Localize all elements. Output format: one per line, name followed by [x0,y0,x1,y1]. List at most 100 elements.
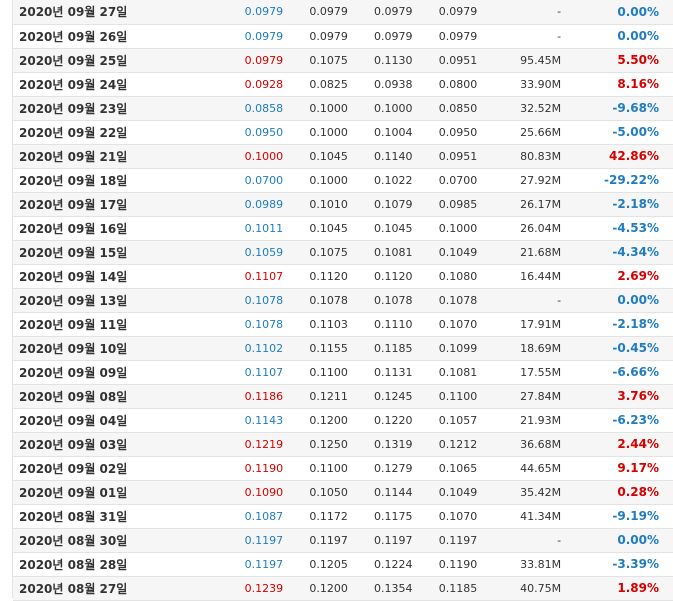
change-percent-cell: 0.00% [561,24,673,49]
volume-cell: 25.66M [477,120,562,145]
date-cell: 2020년 09월 13일 [13,288,213,313]
volume-cell: 32.52M [477,96,562,121]
table-row: 2020년 09월 26일 0.0979 0.0979 0.0979 0.0979-0.… [13,24,673,49]
low-price-cell: 0.1099 [412,336,478,361]
open-price-cell: 0.1000 [283,168,348,193]
volume-cell: 33.81M [477,552,562,577]
date-cell: 2020년 08월 28일 [13,552,213,577]
volume-cell: 27.92M [477,168,562,193]
table-row: 2020년 09월 09일 0.1107 0.1100 0.1131 0.1081 17.… [13,360,673,385]
close-price-cell: 0.0979 [212,48,284,73]
low-price-cell: 0.1070 [412,504,478,529]
volume-cell: 17.91M [477,312,562,337]
change-percent-cell: 2.69% [561,264,673,289]
open-price-cell: 0.0979 [283,24,348,49]
high-price-cell: 0.1081 [347,240,413,265]
open-price-cell: 0.0825 [283,72,348,97]
change-percent-cell: 42.86% [561,144,673,169]
volume-cell: 44.65M [477,456,562,481]
low-price-cell: 0.0700 [412,168,478,193]
high-price-cell: 0.1004 [347,120,413,145]
table-row: 2020년 09월 15일 0.1059 0.1075 0.1081 0.1049 21.… [13,240,673,265]
change-percent-cell: 1.89% [561,576,673,601]
date-cell: 2020년 09월 16일 [13,216,213,241]
date-cell: 2020년 09월 15일 [13,240,213,265]
low-price-cell: 0.0800 [412,72,478,97]
low-price-cell: 0.1212 [412,432,478,457]
change-percent-cell: -29.22% [561,168,673,193]
high-price-cell: 0.1120 [347,264,413,289]
open-price-cell: 0.1120 [283,264,348,289]
date-cell: 2020년 09월 11일 [13,312,213,337]
volume-cell: 27.84M [477,384,562,409]
close-price-cell: 0.1000 [212,144,284,169]
change-percent-cell: -9.19% [561,504,673,529]
close-price-cell: 0.1239 [212,576,284,601]
date-cell: 2020년 09월 18일 [13,168,213,193]
change-percent-cell: -2.18% [561,192,673,217]
open-price-cell: 0.1205 [283,552,348,577]
close-price-cell: 0.1197 [212,552,284,577]
date-cell: 2020년 09월 09일 [13,360,213,385]
close-price-cell: 0.0950 [212,120,284,145]
date-cell: 2020년 08월 30일 [13,528,213,553]
table-row: 2020년 09월 08일 0.1186 0.1211 0.1245 0.1100 27.… [13,384,673,409]
date-cell: 2020년 09월 25일 [13,48,213,73]
table-row: 2020년 09월 03일 0.1219 0.1250 0.1319 0.1212 36.… [13,432,673,457]
close-price-cell: 0.1078 [212,288,284,313]
high-price-cell: 0.1354 [347,576,413,601]
open-price-cell: 0.1197 [283,528,348,553]
table-row: 2020년 09월 25일 0.0979 0.1075 0.1130 0.0951 95.… [13,48,673,73]
close-price-cell: 0.1102 [212,336,284,361]
low-price-cell: 0.1197 [412,528,478,553]
low-price-cell: 0.1049 [412,240,478,265]
open-price-cell: 0.1078 [283,288,348,313]
open-price-cell: 0.1000 [283,120,348,145]
date-cell: 2020년 09월 14일 [13,264,213,289]
high-price-cell: 0.0979 [347,0,413,25]
high-price-cell: 0.1144 [347,480,413,505]
volume-cell: 95.45M [477,48,562,73]
close-price-cell: 0.0979 [212,0,284,25]
high-price-cell: 0.1140 [347,144,413,169]
high-price-cell: 0.1000 [347,96,413,121]
low-price-cell: 0.1190 [412,552,478,577]
high-price-cell: 0.1022 [347,168,413,193]
close-price-cell: 0.1090 [212,480,284,505]
open-price-cell: 0.1100 [283,360,348,385]
table-row: 2020년 09월 04일 0.1143 0.1200 0.1220 0.1057 21.… [13,408,673,433]
volume-cell: 35.42M [477,480,562,505]
date-cell: 2020년 09월 21일 [13,144,213,169]
date-cell: 2020년 08월 27일 [13,576,213,601]
open-price-cell: 0.1075 [283,48,348,73]
open-price-cell: 0.1172 [283,504,348,529]
open-price-cell: 0.1010 [283,192,348,217]
date-cell: 2020년 08월 31일 [13,504,213,529]
high-price-cell: 0.1220 [347,408,413,433]
open-price-cell: 0.1050 [283,480,348,505]
date-cell: 2020년 09월 22일 [13,120,213,145]
volume-cell: 36.68M [477,432,562,457]
table-body: 2020년 09월 27일 0.0979 0.0979 0.0979 0.0979-0.… [13,0,673,601]
low-price-cell: 0.1185 [412,576,478,601]
low-price-cell: 0.0950 [412,120,478,145]
low-price-cell: 0.0951 [412,48,478,73]
date-cell: 2020년 09월 08일 [13,384,213,409]
change-percent-cell: -0.45% [561,336,673,361]
high-price-cell: 0.1319 [347,432,413,457]
table-row: 2020년 09월 17일 0.0989 0.1010 0.1079 0.0985 26.… [13,192,673,217]
low-price-cell: 0.0951 [412,144,478,169]
high-price-cell: 0.0979 [347,24,413,49]
high-price-cell: 0.1110 [347,312,413,337]
date-cell: 2020년 09월 01일 [13,480,213,505]
table-row: 2020년 09월 24일 0.0928 0.0825 0.0938 0.0800 33.… [13,72,673,97]
change-percent-cell: -5.00% [561,120,673,145]
table-row: 2020년 09월 02일 0.1190 0.1100 0.1279 0.1065 44.… [13,456,673,481]
table-row: 2020년 09월 11일 0.1078 0.1103 0.1110 0.1070 17.… [13,312,673,337]
table-row: 2020년 09월 21일 0.1000 0.1045 0.1140 0.0951 80.… [13,144,673,169]
high-price-cell: 0.1224 [347,552,413,577]
price-history-panel: 2020년 09월 27일 0.0979 0.0979 0.0979 0.0979-0.… [0,0,673,601]
low-price-cell: 0.0985 [412,192,478,217]
volume-cell: 80.83M [477,144,562,169]
table-row: 2020년 08월 28일 0.1197 0.1205 0.1224 0.1190 33.… [13,552,673,577]
